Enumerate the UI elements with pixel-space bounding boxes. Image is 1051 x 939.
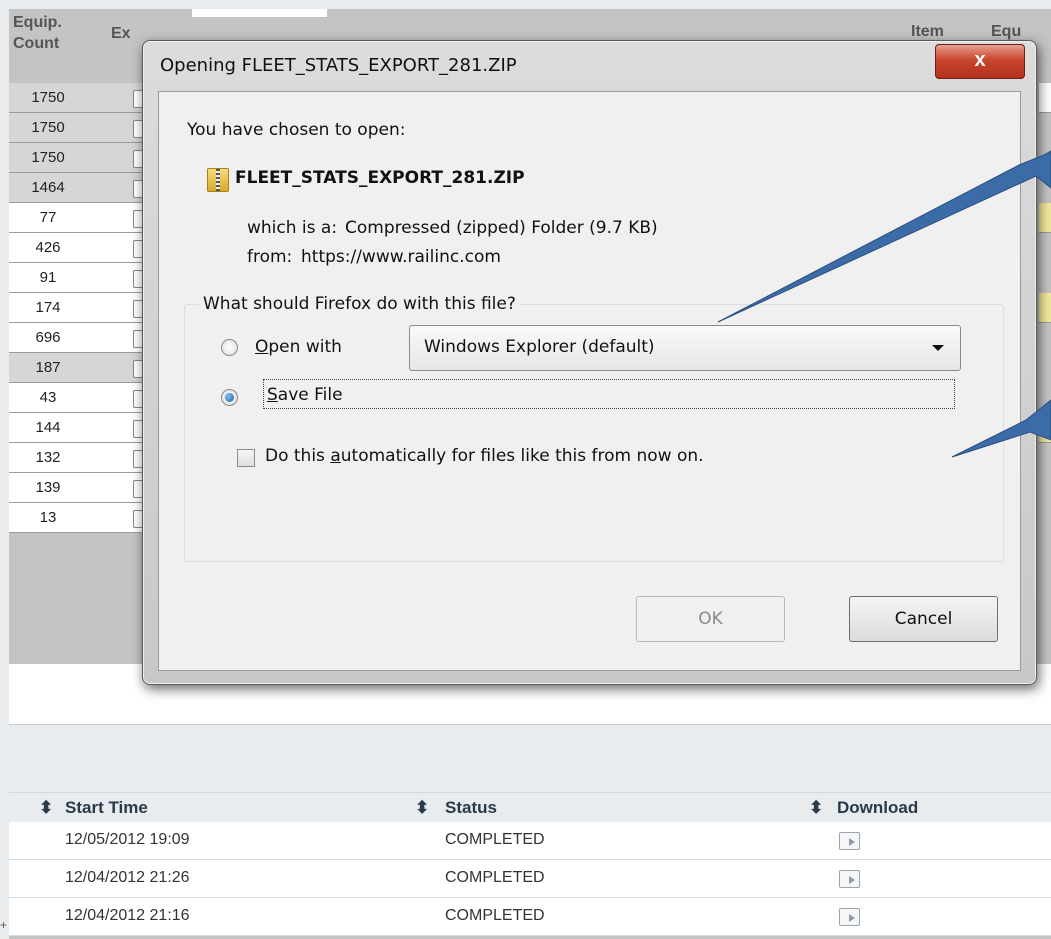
- callout-arrow-bottom: [951, 399, 1051, 458]
- corner-mark: +: [0, 918, 8, 932]
- callout-arrows: [717, 150, 1051, 458]
- callout-arrow-top: [717, 150, 1051, 323]
